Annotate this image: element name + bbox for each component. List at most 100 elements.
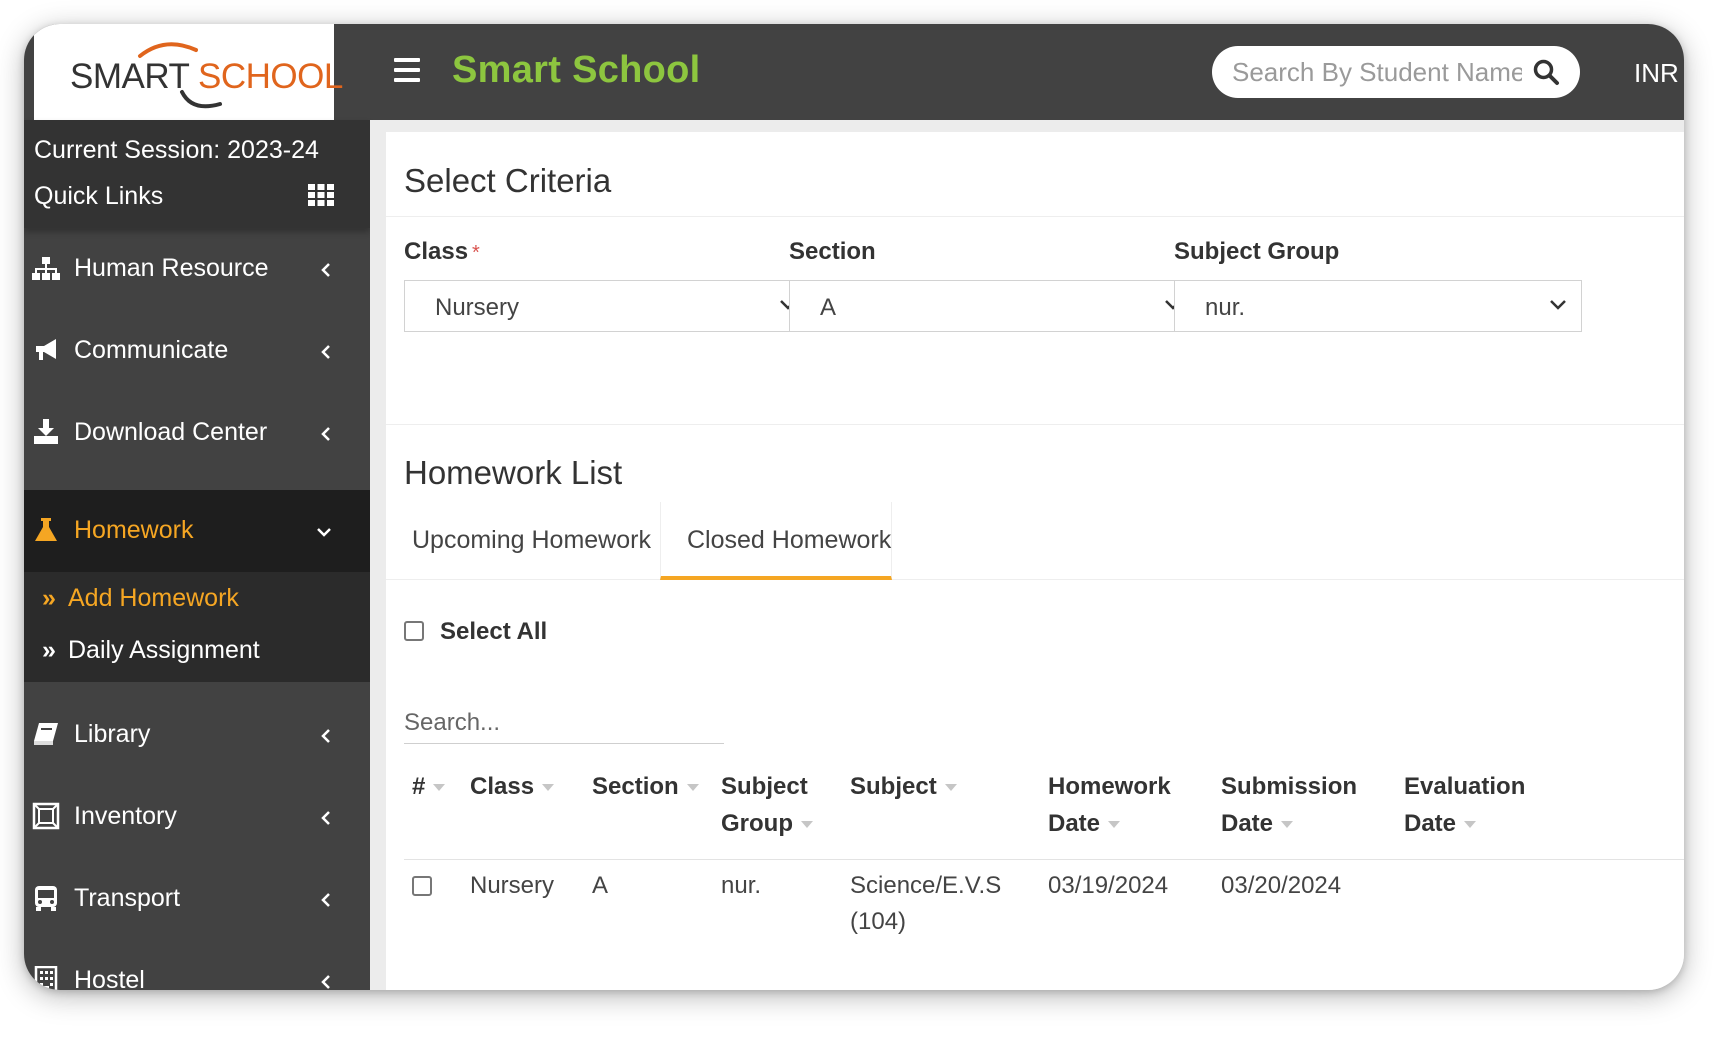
cell-submission-date: 03/20/2024: [1221, 872, 1342, 899]
submenu-item-add-homework[interactable]: » Add Homework: [42, 584, 239, 613]
sidebar-item-transport[interactable]: Transport: [24, 858, 370, 940]
building-icon: [34, 966, 58, 990]
chevron-left-icon: [321, 893, 330, 907]
sort-icon: [1464, 821, 1477, 829]
tab-label: Upcoming Homework: [412, 526, 651, 554]
book-icon: [34, 723, 58, 745]
sort-icon: [1108, 821, 1121, 829]
cell-subject: Science/E.V.S (104): [850, 868, 1001, 940]
sidebar-item-human-resource[interactable]: Human Resource: [24, 228, 370, 310]
sidebar-item-label: Communicate: [74, 336, 229, 364]
column-header-section[interactable]: Section: [592, 768, 699, 805]
class-select[interactable]: Nursery: [404, 280, 812, 332]
chevron-left-icon: [321, 811, 330, 825]
section-select-value: A: [820, 294, 837, 321]
bullhorn-icon: [36, 339, 56, 360]
main-content: Select Criteria Class * Nursery Section A…: [370, 120, 1684, 990]
sidebar-item-label: Download Center: [74, 418, 268, 446]
submenu-item-label: Daily Assignment: [68, 636, 260, 664]
select-all-checkbox[interactable]: [404, 620, 424, 641]
chevron-down-icon: [317, 528, 331, 537]
sidebar-item-communicate[interactable]: Communicate: [24, 310, 370, 392]
download-icon: [34, 419, 58, 444]
column-header-text: Date: [1048, 810, 1101, 837]
sidebar-item-download-center[interactable]: Download Center: [24, 392, 370, 474]
select-all[interactable]: Select All: [404, 618, 547, 646]
quick-links-label[interactable]: Quick Links: [34, 182, 163, 211]
top-header: SMART SCHOOL Smart School INR: [24, 24, 1684, 120]
select-all-label: Select All: [440, 618, 548, 645]
select-criteria-panel: Select Criteria Class * Nursery Section A…: [386, 132, 1684, 430]
sidebar-item-hostel[interactable]: Hostel: [24, 940, 370, 990]
tab-label: Closed Homework: [687, 526, 892, 554]
logo-text: SMART SCHOOL: [70, 57, 343, 97]
hamburger-menu-icon[interactable]: [394, 58, 420, 86]
session-box: Current Session: 2023-24 Quick Links: [24, 120, 370, 228]
column-header-text: Submission: [1221, 773, 1358, 800]
section-select[interactable]: A: [789, 280, 1197, 332]
sidebar-item-label: Hostel: [74, 966, 145, 990]
sort-icon: [542, 784, 555, 792]
column-header-text: Section: [592, 773, 679, 800]
current-session[interactable]: Current Session: 2023-24: [34, 136, 319, 165]
submenu-item-daily-assignment[interactable]: » Daily Assignment: [42, 636, 260, 665]
cell-homework-date: 03/19/2024: [1048, 872, 1169, 899]
column-header-text: Group: [721, 810, 793, 837]
sidebar-item-library[interactable]: Library: [24, 694, 370, 776]
tab-closed-homework[interactable]: Closed Homework: [660, 502, 892, 580]
homework-search-input[interactable]: [404, 702, 724, 744]
flask-icon: [35, 518, 57, 541]
column-header-text: Subject: [721, 773, 808, 800]
logo[interactable]: SMART SCHOOL: [34, 24, 343, 120]
double-chevron-right-icon: »: [42, 584, 56, 612]
column-header-homework-date[interactable]: Homework Date: [1048, 768, 1171, 842]
search-icon[interactable]: [1532, 58, 1560, 86]
sidebar-item-inventory[interactable]: Inventory: [24, 776, 370, 858]
cell-class: Nursery: [470, 872, 555, 899]
required-marker: *: [472, 242, 480, 264]
homework-submenu: » Add Homework » Daily Assignment: [24, 572, 370, 682]
currency-selector[interactable]: INR: [1634, 58, 1679, 89]
chevron-left-icon: [321, 975, 330, 989]
student-search-input[interactable]: [1232, 54, 1522, 90]
student-search-box: [1212, 46, 1580, 98]
column-header-text: Date: [1404, 810, 1457, 837]
section-label: Section: [789, 238, 876, 265]
logo-school-text: SCHOOL: [197, 57, 343, 96]
sidebar-item-label: Inventory: [74, 802, 177, 830]
class-label: Class *: [404, 238, 480, 266]
homework-list-title: Homework List: [404, 454, 623, 491]
column-header-text: Date: [1221, 810, 1274, 837]
chevron-left-icon: [321, 345, 330, 359]
subject-group-select-value: nur.: [1205, 294, 1246, 321]
sidebar-item-homework[interactable]: Homework: [24, 490, 370, 572]
column-header-subject[interactable]: Subject: [850, 768, 957, 805]
table-header-separator: [404, 859, 1684, 860]
chevron-left-icon: [321, 263, 330, 277]
cell-section: A: [592, 872, 609, 899]
bus-icon: [35, 886, 57, 911]
subject-group-label: Subject Group: [1174, 238, 1340, 265]
homework-tabs: Upcoming Homework Closed Homework: [386, 502, 1684, 580]
cell-subject-group: nur.: [721, 872, 762, 899]
column-header-number[interactable]: #: [412, 768, 446, 805]
sort-icon: [801, 821, 813, 829]
column-header-class[interactable]: Class: [470, 768, 555, 805]
column-header-submission-date[interactable]: Submission Date: [1221, 768, 1357, 842]
column-header-evaluation-date[interactable]: Evaluation Date: [1404, 768, 1525, 842]
column-header-subject-group[interactable]: Subject Group: [721, 768, 813, 842]
row-checkbox[interactable]: [412, 876, 432, 896]
tab-upcoming-homework[interactable]: Upcoming Homework: [386, 502, 660, 580]
chevron-left-icon: [321, 427, 330, 441]
sidebar: Current Session: 2023-24 Quick Links Hum…: [24, 120, 370, 990]
select-criteria-title: Select Criteria: [404, 162, 612, 199]
grid-icon[interactable]: [308, 184, 334, 206]
logo-smart-text: SMART: [70, 57, 189, 96]
sidebar-item-label: Human Resource: [74, 254, 269, 282]
column-header-text: #: [412, 773, 426, 800]
homework-list-panel: Homework List Upcoming Homework Closed H…: [386, 424, 1684, 990]
app-window: SMART SCHOOL Smart School INR Current Se…: [24, 24, 1684, 990]
chevron-down-icon: [1550, 300, 1566, 310]
subject-group-select[interactable]: nur.: [1174, 280, 1582, 332]
sort-icon: [1281, 821, 1294, 829]
